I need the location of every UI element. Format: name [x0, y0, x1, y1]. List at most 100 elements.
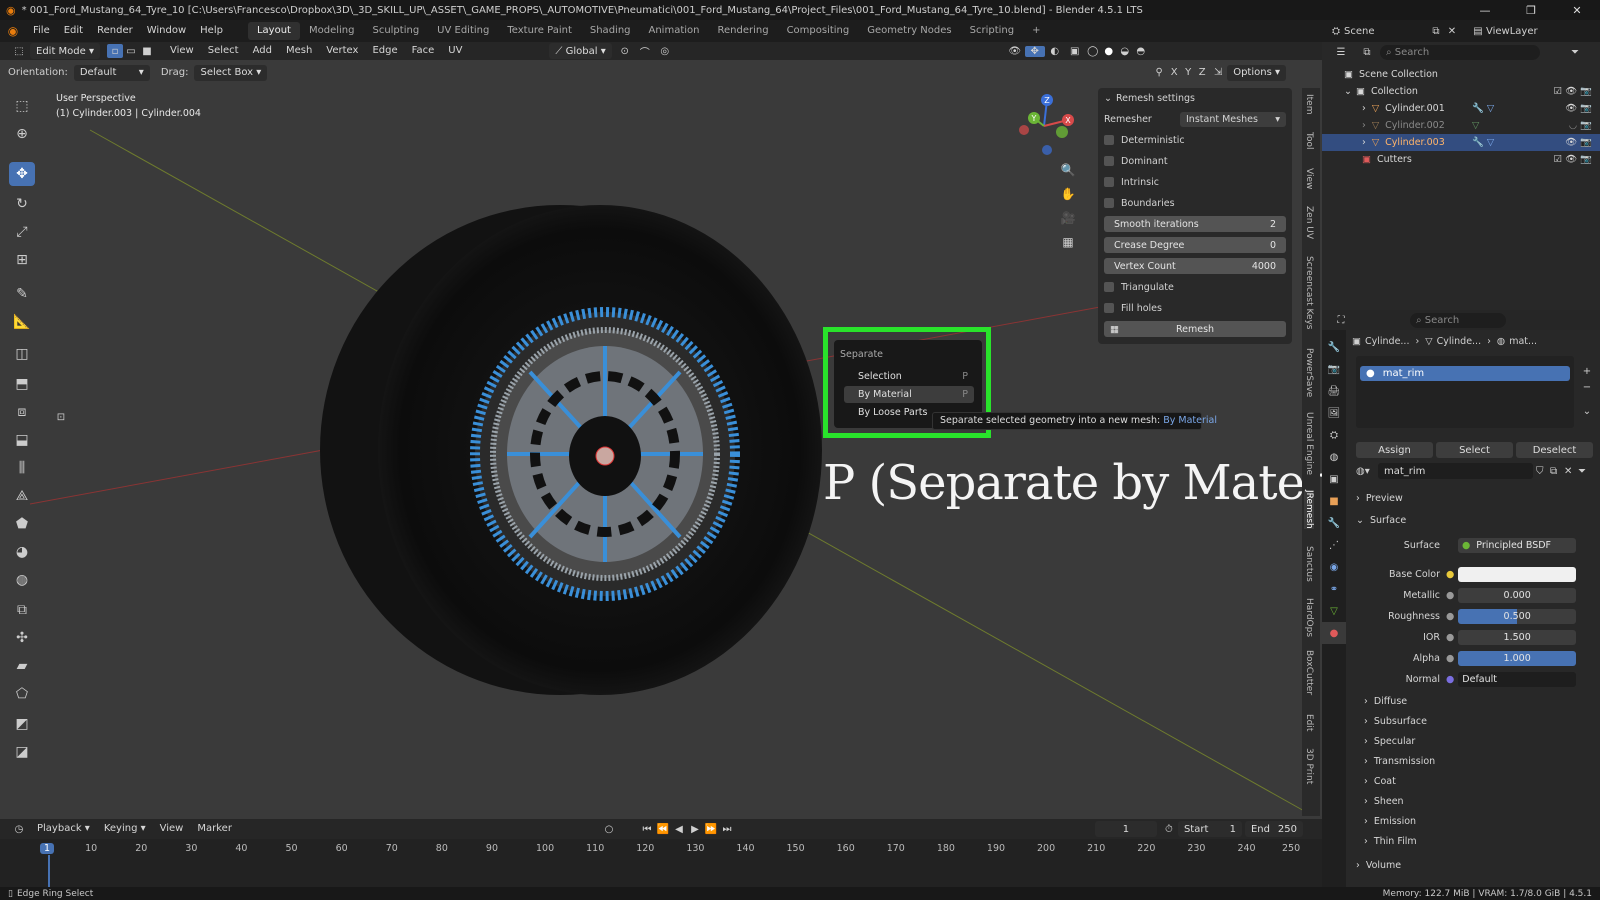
material-shading-icon[interactable]: ◒	[1117, 46, 1133, 57]
tab-powersave[interactable]: PowerSave	[1304, 348, 1314, 397]
emission-panel[interactable]: › Emission	[1364, 813, 1416, 829]
metallic-field[interactable]: 0.000	[1458, 588, 1576, 603]
outliner-item-cylinder-001[interactable]: › ▽ Cylinder.001 🔧 ▽ 👁 📷	[1322, 100, 1600, 117]
tab-layout[interactable]: Layout	[247, 22, 300, 40]
scene-collection-row[interactable]: ▣ Scene Collection	[1322, 66, 1600, 83]
particles-tab-icon[interactable]: ⋰	[1322, 534, 1346, 556]
roughness-field[interactable]: 0.500	[1458, 609, 1576, 624]
scene-name[interactable]: Scene	[1344, 26, 1428, 37]
current-frame-field[interactable]: 1	[1094, 821, 1157, 837]
shrink-fatten-tool-icon[interactable]: ✣	[9, 626, 35, 650]
viewlayer-name[interactable]: ViewLayer	[1486, 26, 1538, 37]
deterministic-checkbox[interactable]: Deterministic	[1104, 132, 1286, 148]
next-keyframe-icon[interactable]: ⏩	[703, 824, 719, 835]
node-filter-icon[interactable]: ⏷	[1578, 466, 1596, 477]
menu-help[interactable]: Help	[193, 20, 230, 42]
boundaries-checkbox[interactable]: Boundaries	[1104, 195, 1286, 211]
snap-icon[interactable]: ⌒	[635, 44, 655, 59]
sheen-panel[interactable]: › Sheen	[1364, 793, 1404, 809]
material-slot-item[interactable]: ● mat_rim	[1360, 366, 1570, 381]
select-button[interactable]: Select	[1436, 442, 1513, 458]
add-workspace-icon[interactable]: +	[1023, 22, 1049, 40]
view-layer-tab-icon[interactable]: 🖼	[1322, 402, 1346, 424]
prev-keyframe-icon[interactable]: ⏪	[655, 824, 671, 835]
edge-select-icon[interactable]: ▭	[123, 44, 139, 58]
scale-tool-icon[interactable]: ⤢	[9, 220, 35, 244]
extrude-tool-icon[interactable]: ⬒	[9, 372, 35, 396]
mode-select[interactable]: Edit Mode ▾	[30, 43, 100, 59]
object-tab-icon[interactable]: ■	[1322, 490, 1346, 512]
loop-cut-tool-icon[interactable]: ⫼	[9, 456, 35, 480]
pivot-icon[interactable]: ⊙	[615, 46, 635, 57]
play-icon[interactable]: ▶	[687, 824, 703, 835]
tab-zen-uv[interactable]: Zen UV	[1304, 206, 1314, 239]
coat-panel[interactable]: › Coat	[1364, 773, 1396, 789]
timeline-ruler[interactable]: 1 10 20 30 40 50 60 70 80 90 100 110 120 130 140 150 160…	[0, 839, 1322, 887]
sidebar-toggle-icon[interactable]: ⊡	[54, 410, 68, 424]
remesh-header[interactable]: ⌄ Remesh settings	[1104, 90, 1286, 106]
crease-degree-field[interactable]: Crease Degree 0	[1104, 237, 1286, 253]
tab-screencast-keys[interactable]: Screencast Keys	[1304, 256, 1314, 330]
timeline-editor-icon[interactable]: ◷	[8, 824, 30, 835]
collection-row[interactable]: ⌄ ▣ Collection ☑ 👁 📷	[1322, 83, 1600, 100]
uv-menu[interactable]: UV	[441, 42, 469, 62]
tab-boxcutter[interactable]: BoxCutter	[1304, 650, 1314, 695]
vertex-count-field[interactable]: Vertex Count 4000	[1104, 258, 1286, 274]
edge-slide-tool-icon[interactable]: ⧉	[9, 598, 35, 622]
display-mode-icon[interactable]: ⧉	[1354, 47, 1380, 58]
duplicate-material-icon[interactable]: ⧉	[1550, 466, 1564, 477]
visibility-icon[interactable]: 👁	[1005, 46, 1025, 57]
custom-tool-2-icon[interactable]: ◪	[9, 740, 35, 764]
render-tab-icon[interactable]: 📷	[1322, 358, 1346, 380]
intrinsic-checkbox[interactable]: Intrinsic	[1104, 174, 1286, 190]
surface-shader-field[interactable]: ● Principled BSDF	[1458, 538, 1576, 553]
transform-orientation-select[interactable]: ⟋ Global ▾	[549, 43, 612, 59]
menu-window[interactable]: Window	[140, 20, 193, 42]
diffuse-panel[interactable]: › Diffuse	[1364, 693, 1407, 709]
outliner-search[interactable]: ⌕ Search	[1380, 44, 1540, 60]
object-toggles[interactable]: 👁 📷	[1565, 137, 1592, 148]
material-name-field[interactable]: mat_rim	[1378, 463, 1533, 479]
outliner-item-cylinder-002[interactable]: › ▽ Cylinder.002 ▽ ◡ 📷	[1322, 117, 1600, 134]
orientation-select[interactable]: Default ▾	[73, 64, 150, 81]
transmission-panel[interactable]: › Transmission	[1364, 753, 1435, 769]
tab-shading[interactable]: Shading	[581, 22, 640, 40]
tab-item[interactable]: Item	[1304, 94, 1314, 115]
menu-edit[interactable]: Edit	[57, 20, 90, 42]
tab-jremesh[interactable]: JRemesh	[1304, 490, 1314, 529]
delete-scene-icon[interactable]: ✕	[1444, 26, 1460, 37]
minimize-icon[interactable]: —	[1462, 0, 1508, 20]
surface-panel[interactable]: ⌄ Surface	[1356, 512, 1406, 528]
zoom-icon[interactable]: 🔍	[1058, 160, 1078, 180]
view-menu[interactable]: View	[163, 42, 201, 62]
xray-icon[interactable]: ▣	[1065, 46, 1085, 57]
playhead-line[interactable]	[48, 855, 50, 887]
mirror-y-toggle[interactable]: Y	[1181, 67, 1195, 78]
new-scene-icon[interactable]: ⧉	[1428, 26, 1444, 37]
constraints-tab-icon[interactable]: ⚭	[1322, 578, 1346, 600]
tab-unreal-engine[interactable]: Unreal Engine	[1304, 412, 1314, 475]
tab-sculpting[interactable]: Sculpting	[363, 22, 428, 40]
menu-file[interactable]: File	[26, 20, 57, 42]
jump-end-icon[interactable]: ⏭	[719, 824, 735, 835]
base-color-swatch[interactable]	[1458, 567, 1576, 582]
tab-uv-editing[interactable]: UV Editing	[428, 22, 498, 40]
spin-tool-icon[interactable]: ◕	[9, 540, 35, 564]
overlays-icon[interactable]: ◐	[1045, 46, 1065, 57]
filter-icon[interactable]: ⏷	[1564, 47, 1586, 58]
annotate-tool-icon[interactable]: ✎	[9, 282, 35, 306]
drag-select[interactable]: Select Box ▾	[194, 64, 268, 81]
tab-scripting[interactable]: Scripting	[961, 22, 1023, 40]
dominant-checkbox[interactable]: Dominant	[1104, 153, 1286, 169]
add-slot-icon[interactable]: +	[1580, 366, 1594, 377]
select-box-tool-icon[interactable]: ⬚	[9, 94, 35, 118]
editor-type-icon[interactable]: ⬚	[8, 46, 30, 57]
wireframe-shading-icon[interactable]: ◯	[1085, 46, 1101, 57]
poly-build-tool-icon[interactable]: ⬟	[9, 512, 35, 536]
inset-tool-icon[interactable]: ⧈	[9, 400, 35, 424]
tab-rendering[interactable]: Rendering	[708, 22, 777, 40]
navigation-gizmo[interactable]: Z X Y	[1010, 90, 1076, 160]
gizmo-icon[interactable]: ✥	[1024, 45, 1045, 57]
mirror-x-toggle[interactable]: X	[1167, 67, 1181, 78]
proportional-edit-icon[interactable]: ◎	[655, 46, 675, 57]
